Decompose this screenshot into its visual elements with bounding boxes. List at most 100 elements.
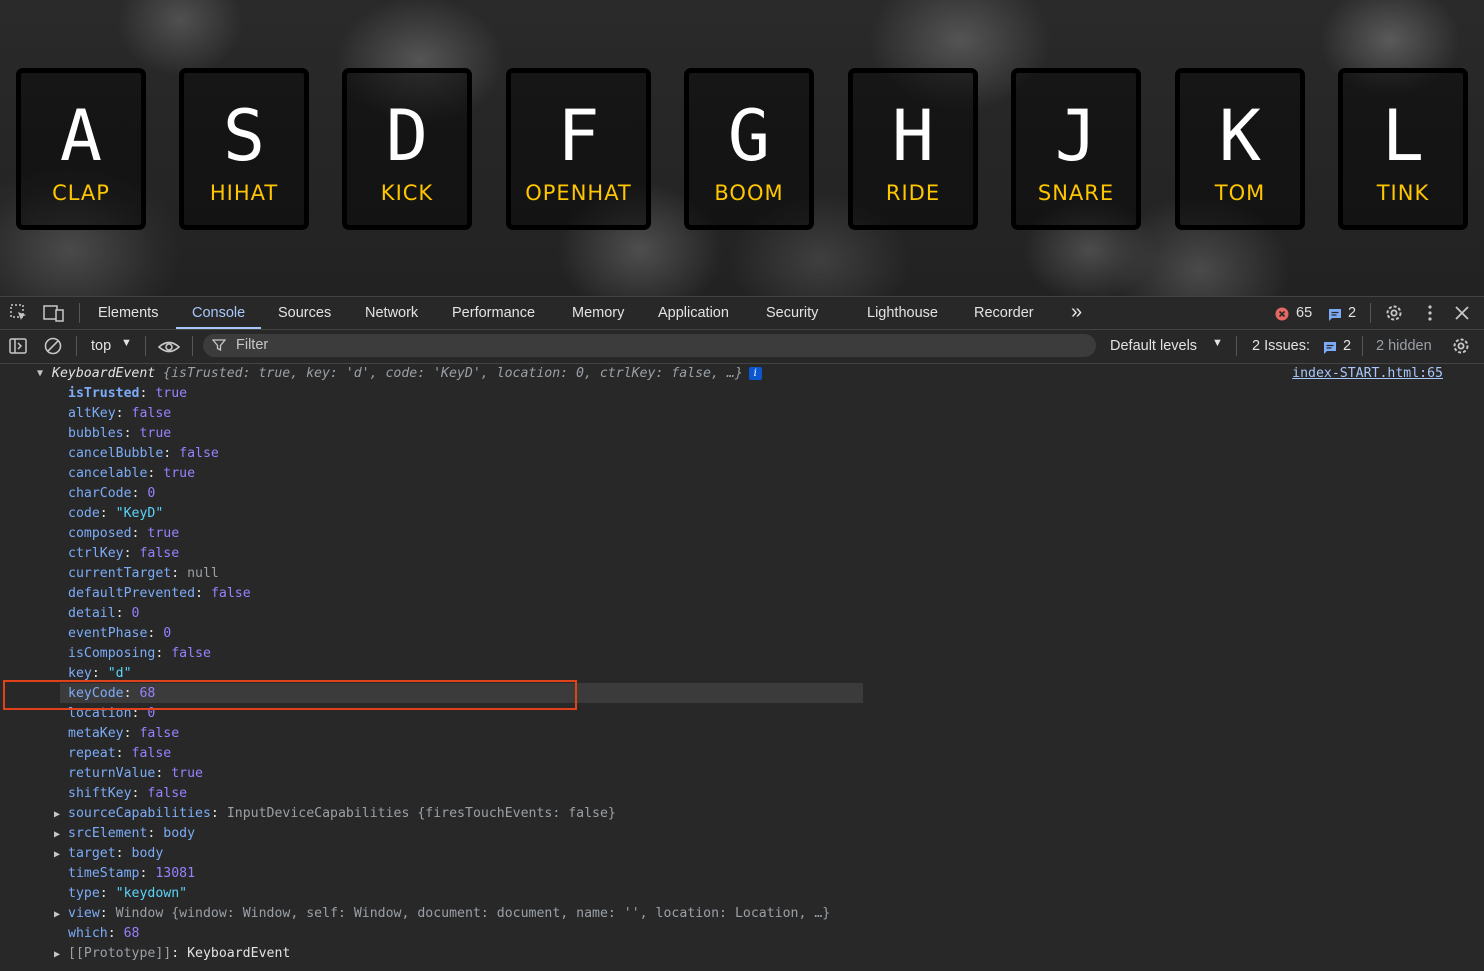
key-j[interactable]: J SNARE: [1011, 68, 1141, 230]
prop-row[interactable]: metaKey: false: [68, 724, 179, 744]
chevron-down-icon[interactable]: ▼: [121, 337, 132, 349]
message-count[interactable]: 2: [1348, 297, 1356, 329]
clear-console-icon[interactable]: [43, 336, 63, 356]
annotation-highlight-box: [3, 680, 577, 710]
expand-triangle-icon[interactable]: ▶: [54, 909, 60, 920]
prop-key: sourceCapabilities: [68, 806, 211, 821]
expand-triangle-icon[interactable]: ▶: [54, 809, 60, 820]
tab-recorder[interactable]: Recorder: [974, 297, 1034, 329]
prop-row[interactable]: isTrusted: true: [68, 384, 187, 404]
issues-label[interactable]: 2 Issues:: [1252, 338, 1310, 354]
key-letter: A: [59, 95, 103, 177]
prop-value: body: [163, 826, 196, 841]
prop-key: eventPhase: [68, 626, 148, 641]
prop-value: 13081: [155, 866, 196, 881]
prop-row[interactable]: eventPhase: 0: [68, 624, 171, 644]
key-sound: HIHAT: [209, 181, 279, 205]
prop-row[interactable]: altKey: false: [68, 404, 171, 424]
prop-value: 68: [123, 926, 140, 941]
expand-triangle-icon[interactable]: ▶: [54, 829, 60, 840]
hidden-count: 2 hidden: [1376, 338, 1432, 354]
prop-row[interactable]: detail: 0: [68, 604, 139, 624]
filter-input[interactable]: Filter: [203, 334, 1096, 357]
prop-row[interactable]: returnValue: true: [68, 764, 203, 784]
prop-row[interactable]: isComposing: false: [68, 644, 211, 664]
prop-row[interactable]: charCode: 0: [68, 484, 155, 504]
tab-separator: [1370, 303, 1371, 323]
prop-key: returnValue: [68, 766, 156, 781]
expand-triangle-icon[interactable]: ▼: [37, 364, 43, 384]
tab-lighthouse[interactable]: Lighthouse: [867, 297, 938, 329]
source-link[interactable]: index-START.html:65: [1292, 364, 1443, 384]
key-sound: TOM: [1214, 181, 1266, 205]
prop-key: type: [68, 886, 100, 901]
prop-row[interactable]: timeStamp: 13081: [68, 864, 195, 884]
message-icon[interactable]: [1328, 308, 1342, 322]
error-icon[interactable]: [1275, 307, 1289, 321]
tab-application[interactable]: Application: [658, 297, 729, 329]
tab-sources[interactable]: Sources: [278, 297, 331, 329]
tab-elements[interactable]: Elements: [98, 297, 158, 329]
close-icon[interactable]: [1452, 303, 1472, 323]
issue-message-icon[interactable]: [1323, 341, 1337, 355]
key-g[interactable]: G BOOM: [684, 68, 814, 230]
key-d[interactable]: D KICK: [342, 68, 472, 230]
prop-row-expandable[interactable]: sourceCapabilities: InputDeviceCapabilit…: [68, 804, 616, 824]
key-letter: S: [222, 95, 266, 177]
prop-value: 0: [163, 626, 172, 641]
prop-row-expandable[interactable]: [[Prototype]]: KeyboardEvent: [68, 944, 290, 964]
prop-row[interactable]: defaultPrevented: false: [68, 584, 251, 604]
tab-security[interactable]: Security: [766, 297, 818, 329]
prop-row[interactable]: cancelBubble: false: [68, 444, 219, 464]
devtools-panel: Elements Console Sources Network Perform…: [0, 296, 1484, 971]
info-icon[interactable]: i: [748, 366, 762, 380]
inspect-element-icon[interactable]: [9, 303, 29, 323]
settings-gear-icon[interactable]: [1384, 303, 1404, 323]
tab-network[interactable]: Network: [365, 297, 418, 329]
key-f[interactable]: F OPENHAT: [506, 68, 651, 230]
console-log-entry[interactable]: ▼ KeyboardEvent {isTrusted: true, key: '…: [0, 364, 1484, 384]
console-settings-gear-icon[interactable]: [1451, 336, 1471, 356]
key-letter: G: [727, 95, 771, 177]
tab-performance[interactable]: Performance: [452, 297, 535, 329]
context-selector[interactable]: top: [91, 338, 111, 354]
prop-row[interactable]: bubbles: true: [68, 424, 171, 444]
prop-row[interactable]: cancelable: true: [68, 464, 195, 484]
issues-count[interactable]: 2: [1343, 338, 1351, 354]
expand-triangle-icon[interactable]: ▶: [54, 949, 60, 960]
tab-console[interactable]: Console: [175, 297, 262, 329]
log-levels-dropdown[interactable]: Default levels: [1110, 338, 1197, 354]
tab-memory[interactable]: Memory: [572, 297, 624, 329]
prop-value: true: [163, 466, 196, 481]
error-count[interactable]: 65: [1296, 297, 1312, 329]
key-h[interactable]: H RIDE: [848, 68, 978, 230]
prop-row-expandable[interactable]: view: Window {window: Window, self: Wind…: [68, 904, 830, 924]
key-k[interactable]: K TOM: [1175, 68, 1305, 230]
key-s[interactable]: S HIHAT: [179, 68, 309, 230]
drum-keys: A CLAP S HIHAT D KICK F OPENHAT G BOOM H RIDE …: [0, 68, 1484, 230]
prop-value: true: [171, 766, 203, 781]
key-l[interactable]: L TINK: [1338, 68, 1468, 230]
prop-row[interactable]: shiftKey: false: [68, 784, 187, 804]
sidebar-toggle-icon[interactable]: [8, 336, 28, 356]
prop-row[interactable]: repeat: false: [68, 744, 171, 764]
prop-key: composed: [68, 526, 132, 541]
prop-row-expandable[interactable]: srcElement: body: [68, 824, 195, 844]
prop-value: KeyboardEvent: [187, 946, 291, 961]
prop-row[interactable]: composed: true: [68, 524, 179, 544]
chevron-down-icon[interactable]: ▼: [1212, 337, 1223, 349]
prop-row[interactable]: ctrlKey: false: [68, 544, 179, 564]
expand-triangle-icon[interactable]: ▶: [54, 849, 60, 860]
more-tabs-button[interactable]: »: [1071, 297, 1082, 329]
prop-row[interactable]: code: "KeyD": [68, 504, 163, 524]
prop-row[interactable]: type: "keydown": [68, 884, 187, 904]
prop-row[interactable]: which: 68: [68, 924, 139, 944]
prop-key: detail: [68, 606, 116, 621]
prop-row-expandable[interactable]: target: body: [68, 844, 163, 864]
device-toolbar-icon[interactable]: [43, 303, 64, 323]
eye-icon[interactable]: [157, 337, 181, 357]
more-options-icon[interactable]: [1420, 303, 1440, 323]
key-a[interactable]: A CLAP: [16, 68, 146, 230]
key-sound: OPENHAT: [525, 181, 632, 205]
prop-row[interactable]: currentTarget: null: [68, 564, 219, 584]
